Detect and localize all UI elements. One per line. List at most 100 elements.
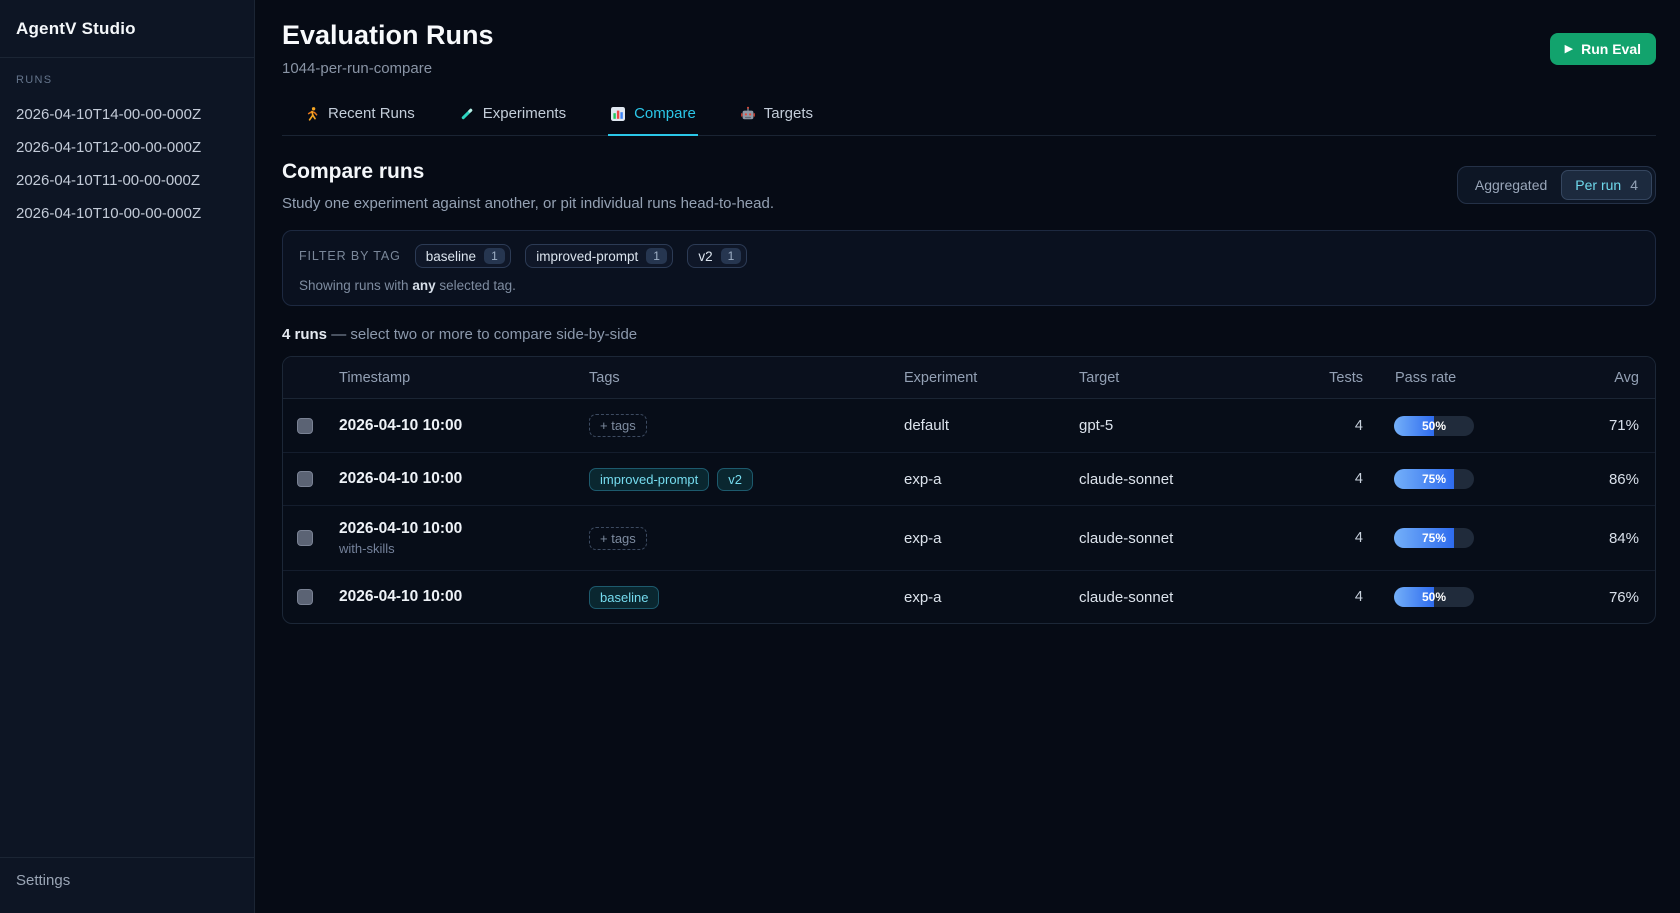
page-title: Evaluation Runs <box>282 20 494 51</box>
row-tests: 4 <box>1279 575 1363 619</box>
play-icon: ▶ <box>1565 44 1573 55</box>
pass-rate-pill: 50% <box>1394 416 1474 436</box>
toggle-option-label: Per run <box>1575 177 1621 193</box>
filter-note: Showing runs with any selected tag. <box>299 278 1639 293</box>
table-header-row: Timestamp Tags Experiment Target Tests P… <box>283 357 1655 399</box>
pass-rate-pill: 75% <box>1394 528 1474 548</box>
page-header-text: Evaluation Runs 1044-per-run-compare <box>282 20 494 77</box>
view-toggle: Aggregated Per run 4 <box>1457 166 1656 204</box>
bar-chart-icon <box>610 106 626 122</box>
row-experiment: exp-a <box>904 589 942 606</box>
runs-summary: 4 runs — select two or more to compare s… <box>282 326 1656 343</box>
row-target: claude-sonnet <box>1079 589 1173 606</box>
row-experiment-cell: exp-a <box>904 457 1079 502</box>
toggle-option-count: 4 <box>1630 177 1638 193</box>
column-header-pass-rate: Pass rate <box>1363 370 1541 386</box>
row-timestamp-cell: 2026-04-10 10:00 <box>339 403 589 449</box>
run-tag-pill[interactable]: baseline <box>589 586 659 609</box>
row-timestamp: 2026-04-10 10:00 <box>339 470 462 488</box>
filter-panel: FILTER BY TAG baseline 1 improved-prompt… <box>282 230 1656 306</box>
page-subtitle: 1044-per-run-compare <box>282 60 494 77</box>
run-eval-label: Run Eval <box>1581 41 1641 57</box>
column-header-timestamp: Timestamp <box>339 370 589 386</box>
pass-rate-pill: 75% <box>1394 469 1474 489</box>
row-timestamp-subtitle: with-skills <box>339 541 395 556</box>
column-header-tags: Tags <box>589 370 904 386</box>
table-row: 2026-04-10 10:00 + tags default gpt-5 4 … <box>283 399 1655 452</box>
filter-tag-count: 1 <box>721 248 742 264</box>
filter-tag-chip[interactable]: improved-prompt 1 <box>525 244 673 268</box>
sidebar-spacer <box>0 230 254 857</box>
row-checkbox[interactable] <box>297 530 313 546</box>
row-target: gpt-5 <box>1079 417 1113 434</box>
sidebar-item-settings[interactable]: Settings <box>16 872 238 889</box>
pass-rate-pill: 50% <box>1394 587 1474 607</box>
row-checkbox[interactable] <box>297 418 313 434</box>
sidebar: AgentV Studio RUNS 2026-04-10T14-00-00-0… <box>0 0 255 913</box>
sidebar-runs-section: RUNS 2026-04-10T14-00-00-000Z 2026-04-10… <box>0 58 254 230</box>
run-eval-button[interactable]: ▶ Run Eval <box>1550 33 1656 65</box>
filter-tag-count: 1 <box>484 248 505 264</box>
row-target-cell: claude-sonnet <box>1079 575 1279 620</box>
table-row: 2026-04-10 10:00 with-skills + tags exp-… <box>283 505 1655 570</box>
filter-note-prefix: Showing runs with <box>299 278 409 293</box>
row-checkbox-cell <box>283 575 339 619</box>
pass-rate-label: 75% <box>1394 469 1474 489</box>
runs-summary-text: — select two or more to compare side-by-… <box>331 326 637 343</box>
add-tags-button[interactable]: + tags <box>589 527 647 550</box>
tab-bar: Recent Runs Experiments Compare <box>282 99 1656 136</box>
compare-heading: Compare runs <box>282 160 774 184</box>
row-target-cell: claude-sonnet <box>1079 516 1279 561</box>
filter-row: FILTER BY TAG baseline 1 improved-prompt… <box>299 244 1639 268</box>
tab-targets[interactable]: Targets <box>738 99 815 136</box>
row-checkbox[interactable] <box>297 589 313 605</box>
sidebar-run-item[interactable]: 2026-04-10T12-00-00-000Z <box>16 131 238 164</box>
row-experiment: exp-a <box>904 471 942 488</box>
main-content: Evaluation Runs 1044-per-run-compare ▶ R… <box>255 0 1680 913</box>
row-experiment-cell: exp-a <box>904 575 1079 620</box>
tab-label: Compare <box>634 105 696 122</box>
add-tags-button[interactable]: + tags <box>589 414 647 437</box>
column-header-target: Target <box>1079 370 1279 386</box>
tab-recent-runs[interactable]: Recent Runs <box>302 99 417 136</box>
column-header-tests: Tests <box>1279 370 1363 386</box>
tab-label: Recent Runs <box>328 105 415 122</box>
row-experiment-cell: default <box>904 403 1079 448</box>
run-tag-pill[interactable]: v2 <box>717 468 753 491</box>
pass-rate-label: 50% <box>1394 416 1474 436</box>
row-avg: 84% <box>1541 516 1655 561</box>
row-pass-rate-cell: 75% <box>1363 455 1541 503</box>
table-row: 2026-04-10 10:00 baseline exp-a claude-s… <box>283 570 1655 623</box>
row-pass-rate-cell: 75% <box>1363 514 1541 562</box>
row-checkbox[interactable] <box>297 471 313 487</box>
runner-icon <box>304 106 320 122</box>
row-timestamp-cell: 2026-04-10 10:00 with-skills <box>339 506 589 570</box>
row-target-cell: claude-sonnet <box>1079 457 1279 502</box>
row-target: claude-sonnet <box>1079 530 1173 547</box>
row-target-cell: gpt-5 <box>1079 403 1279 448</box>
row-timestamp: 2026-04-10 10:00 <box>339 588 462 606</box>
runs-list: 2026-04-10T14-00-00-000Z 2026-04-10T12-0… <box>16 98 238 230</box>
filter-tag-name: v2 <box>698 249 712 264</box>
row-checkbox-cell <box>283 516 339 560</box>
tab-compare[interactable]: Compare <box>608 99 698 136</box>
filter-tag-chip[interactable]: baseline 1 <box>415 244 511 268</box>
runs-table: Timestamp Tags Experiment Target Tests P… <box>282 356 1656 624</box>
filter-tag-chip[interactable]: v2 1 <box>687 244 747 268</box>
robot-icon <box>740 106 756 122</box>
compare-description: Study one experiment against another, or… <box>282 195 774 212</box>
sidebar-footer: Settings <box>0 857 254 913</box>
row-tags-cell: + tags <box>589 513 904 564</box>
sidebar-run-item[interactable]: 2026-04-10T11-00-00-000Z <box>16 164 238 197</box>
sidebar-run-item[interactable]: 2026-04-10T10-00-00-000Z <box>16 197 238 230</box>
tab-experiments[interactable]: Experiments <box>457 99 568 136</box>
toggle-option-per-run[interactable]: Per run 4 <box>1561 170 1652 200</box>
sidebar-run-item[interactable]: 2026-04-10T14-00-00-000Z <box>16 98 238 131</box>
pass-rate-label: 50% <box>1394 587 1474 607</box>
row-tests: 4 <box>1279 457 1363 501</box>
filter-note-mode: any <box>412 278 435 293</box>
filter-chips: baseline 1 improved-prompt 1 v2 1 <box>415 244 758 268</box>
run-tag-pill[interactable]: improved-prompt <box>589 468 709 491</box>
toggle-option-aggregated[interactable]: Aggregated <box>1461 170 1561 200</box>
column-header-experiment: Experiment <box>904 370 1079 386</box>
